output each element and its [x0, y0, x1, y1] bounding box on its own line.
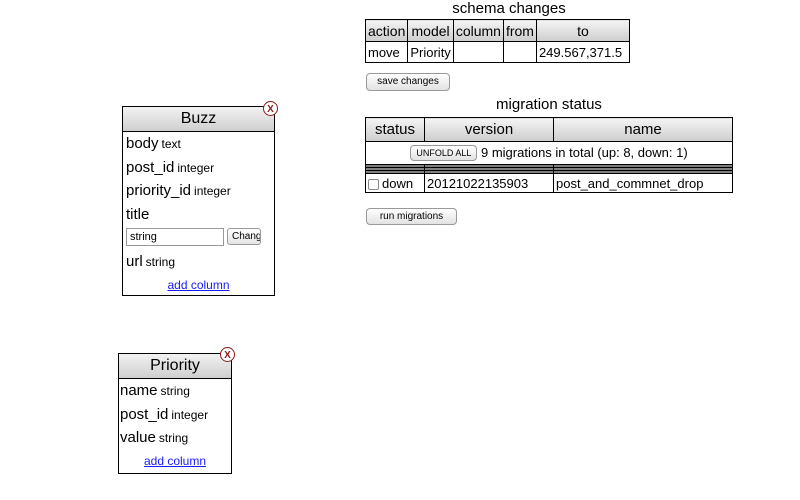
- schema-cell-to: 249.567,371.5: [535, 41, 630, 63]
- schema-header-from: from: [502, 19, 537, 42]
- column-name: post_id: [120, 405, 169, 423]
- schema-header-column: column: [452, 19, 504, 42]
- column-item[interactable]: post_id integer: [123, 156, 274, 180]
- add-column-link[interactable]: add column: [119, 450, 231, 472]
- migration-version: 20121022135903: [424, 173, 554, 193]
- column-type-input[interactable]: [126, 228, 224, 246]
- column-type: string: [160, 384, 190, 398]
- migration-status-table: status version name UNFOLD ALL 9 migrati…: [365, 117, 733, 193]
- column-item[interactable]: title: [123, 203, 274, 227]
- schema-cell-column: [452, 41, 504, 63]
- migration-status-label: down: [382, 175, 414, 191]
- migration-header-name: name: [553, 117, 733, 142]
- schema-header-to: to: [535, 19, 630, 42]
- column-item[interactable]: name string: [119, 379, 231, 403]
- unfold-all-button[interactable]: UNFOLD ALL: [410, 145, 478, 162]
- close-icon[interactable]: X: [263, 101, 278, 116]
- close-icon[interactable]: X: [220, 347, 235, 362]
- column-item[interactable]: body text: [123, 132, 274, 156]
- run-migrations-button[interactable]: run migrations: [366, 208, 457, 225]
- migration-checkbox[interactable]: [368, 178, 379, 190]
- column-type: integer: [194, 184, 231, 198]
- model-box-buzz[interactable]: Buzz body text post_id integer priority_id…: [122, 106, 275, 296]
- column-item[interactable]: post_id integer: [119, 403, 231, 427]
- migration-summary-text: 9 migrations in total (up: 8, down: 1): [480, 144, 688, 160]
- save-changes-button[interactable]: save changes: [366, 73, 450, 91]
- column-name: body: [126, 135, 159, 152]
- column-type: integer: [177, 160, 215, 175]
- column-type: integer: [171, 407, 209, 422]
- column-type: text: [161, 137, 181, 151]
- column-name: name: [120, 382, 158, 399]
- schema-changes-table: action model column from to move Priorit…: [364, 19, 630, 63]
- model-box-priority[interactable]: Priority name string post_id integer value…: [118, 353, 232, 474]
- column-type: string: [158, 431, 189, 445]
- model-title[interactable]: Buzz: [123, 107, 274, 132]
- column-item[interactable]: value string: [119, 426, 231, 450]
- column-name: title: [126, 205, 150, 223]
- migration-row: down 20121022135903 post_and_commnet_dro…: [365, 173, 733, 193]
- column-name: post_id: [126, 158, 175, 176]
- schema-cell-action: move: [364, 41, 409, 63]
- schema-header-model: model: [407, 19, 454, 42]
- migration-header-version: version: [424, 117, 554, 142]
- model-title[interactable]: Priority: [119, 354, 231, 379]
- schema-header-action: action: [364, 19, 409, 42]
- column-name: url: [126, 253, 143, 270]
- column-type-editor: Change: [123, 226, 274, 250]
- column-name: value: [120, 429, 156, 446]
- change-type-button[interactable]: Change: [227, 228, 261, 245]
- column-item[interactable]: priority_id integer: [123, 179, 274, 203]
- schema-cell-model: Priority: [407, 41, 454, 63]
- migration-status-title: migration status: [496, 96, 602, 113]
- column-type: string: [145, 255, 176, 269]
- migration-summary-cell: UNFOLD ALL 9 migrations in total (up: 8,…: [365, 141, 733, 165]
- schema-change-row: move Priority 249.567,371.5: [364, 41, 630, 63]
- column-name: priority_id: [126, 182, 192, 199]
- schema-changes-title: schema changes: [452, 0, 566, 17]
- add-column-link[interactable]: add column: [123, 274, 274, 296]
- schema-cell-from: [502, 41, 537, 63]
- migration-header-status: status: [365, 117, 425, 142]
- migration-status-cell: down: [365, 173, 425, 193]
- column-item[interactable]: url string: [123, 250, 274, 274]
- migration-name: post_and_commnet_drop: [553, 173, 733, 193]
